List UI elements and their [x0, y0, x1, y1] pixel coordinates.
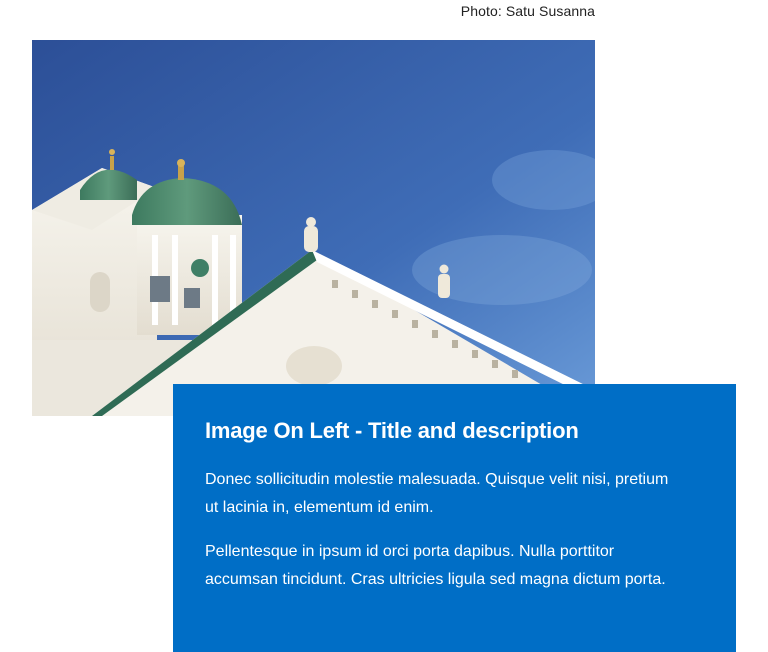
cathedral-image: [32, 40, 595, 416]
card-paragraph-2: Pellentesque in ipsum id orci porta dapi…: [205, 543, 666, 588]
page: Photo: Satu Susanna Image On Left - Titl…: [0, 0, 768, 652]
card-paragraph-1: Donec sollicitudin molestie malesuada. Q…: [205, 471, 669, 516]
photo-credit: Photo: Satu Susanna: [460, 3, 595, 19]
content-card: Image On Left - Title and description Do…: [173, 384, 736, 652]
card-title: Image On Left - Title and description: [205, 418, 579, 443]
